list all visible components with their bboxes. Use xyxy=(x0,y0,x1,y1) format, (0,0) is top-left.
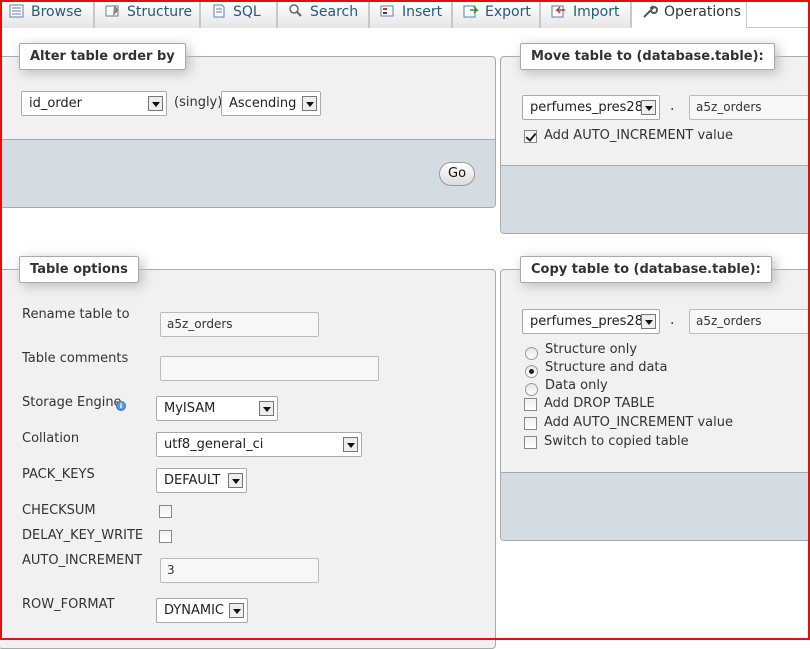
chevron-down-icon xyxy=(148,96,163,111)
checksum-checkbox[interactable] xyxy=(159,505,172,518)
engine-label: Storage Engine xyxy=(22,395,122,410)
export-icon xyxy=(463,4,479,18)
tab-export-label: Export xyxy=(485,4,531,20)
copy-table-name-input[interactable]: a5z_orders xyxy=(689,309,810,334)
move-database-value: perfumes_pres280 xyxy=(530,100,652,115)
info-icon[interactable]: i xyxy=(116,401,126,411)
pack-keys-select[interactable]: DEFAULT xyxy=(156,468,247,493)
wrench-icon xyxy=(642,4,658,18)
import-icon xyxy=(551,4,567,18)
singly-label: (singly) xyxy=(174,95,223,110)
data-only-radio[interactable] xyxy=(525,383,538,396)
collation-value: utf8_general_ci xyxy=(164,437,264,452)
checksum-label: CHECKSUM xyxy=(22,503,96,518)
structure-only-label: Structure only xyxy=(545,342,638,357)
tab-bar: Browse Structure SQL Search Insert Expor… xyxy=(0,0,810,28)
order-direction-select[interactable]: Ascending xyxy=(221,91,321,116)
search-icon xyxy=(288,4,304,18)
copy-separator: . xyxy=(670,312,675,328)
collation-select[interactable]: utf8_general_ci xyxy=(156,432,362,457)
tab-browse-label: Browse xyxy=(31,4,82,20)
chevron-down-icon xyxy=(302,96,317,111)
move-database-select[interactable]: perfumes_pres280 xyxy=(522,95,660,120)
chevron-down-icon xyxy=(228,473,243,488)
insert-icon xyxy=(380,4,396,18)
move-separator: . xyxy=(670,98,675,114)
row-format-label: ROW_FORMAT xyxy=(22,597,115,612)
rename-input[interactable]: a5z_orders xyxy=(160,312,319,337)
collation-label: Collation xyxy=(22,431,80,446)
sql-icon xyxy=(211,4,227,18)
chevron-down-icon xyxy=(229,603,244,618)
row-format-value: DYNAMIC xyxy=(164,603,224,618)
tab-sql[interactable]: SQL xyxy=(200,0,277,28)
tab-search-label: Search xyxy=(310,4,359,20)
comments-input[interactable] xyxy=(160,356,379,381)
move-table-footer xyxy=(501,165,810,233)
structure-and-data-label: Structure and data xyxy=(545,360,668,375)
tab-operations-label: Operations xyxy=(664,4,741,20)
move-table-fieldset xyxy=(500,56,810,234)
tab-insert-label: Insert xyxy=(402,4,443,20)
move-table-name-input[interactable]: a5z_orders xyxy=(689,95,810,120)
move-auto-increment-label: Add AUTO_INCREMENT value xyxy=(544,128,734,143)
copy-database-value: perfumes_pres280 xyxy=(530,314,652,329)
delay-key-write-checkbox[interactable] xyxy=(159,530,172,543)
structure-icon xyxy=(105,4,121,18)
chevron-down-icon xyxy=(641,314,656,329)
row-format-select[interactable]: DYNAMIC xyxy=(156,598,248,623)
go-button[interactable]: Go xyxy=(439,162,476,186)
alter-order-legend: Alter table order by xyxy=(19,43,186,70)
add-drop-table-label: Add DROP TABLE xyxy=(544,396,655,411)
copy-auto-increment-label: Add AUTO_INCREMENT value xyxy=(544,415,734,430)
auto-increment-label: AUTO_INCREMENT xyxy=(22,553,143,568)
copy-table-footer xyxy=(501,472,810,540)
browse-icon xyxy=(9,4,25,18)
pack-keys-value: DEFAULT xyxy=(164,473,221,488)
table-options-legend: Table options xyxy=(19,256,139,283)
comments-label: Table comments xyxy=(22,351,129,366)
pack-keys-label: PACK_KEYS xyxy=(22,467,95,482)
structure-and-data-radio[interactable] xyxy=(525,365,538,378)
rename-label: Rename table to xyxy=(22,307,130,322)
switch-to-copied-label: Switch to copied table xyxy=(544,434,689,449)
auto-increment-input[interactable]: 3 xyxy=(160,558,319,583)
order-column-select[interactable]: id_order xyxy=(21,91,167,116)
copy-database-select[interactable]: perfumes_pres280 xyxy=(522,309,660,334)
tab-search[interactable]: Search xyxy=(277,0,369,28)
add-drop-table-checkbox[interactable] xyxy=(524,398,537,411)
order-direction-value: Ascending xyxy=(229,96,297,111)
alter-order-fieldset xyxy=(0,56,496,208)
tab-sql-label: SQL xyxy=(233,4,261,20)
engine-value: MyISAM xyxy=(164,401,216,416)
move-auto-increment-checkbox[interactable] xyxy=(524,130,537,143)
data-only-label: Data only xyxy=(545,378,608,393)
tab-insert[interactable]: Insert xyxy=(369,0,452,28)
chevron-down-icon xyxy=(343,437,358,452)
tab-browse[interactable]: Browse xyxy=(0,0,94,28)
tab-structure[interactable]: Structure xyxy=(94,0,200,28)
tab-import[interactable]: Import xyxy=(540,0,631,28)
alter-order-footer xyxy=(0,139,495,207)
copy-table-legend: Copy table to (database.table): xyxy=(520,256,772,283)
copy-auto-increment-checkbox[interactable] xyxy=(524,417,537,430)
switch-to-copied-checkbox[interactable] xyxy=(524,436,537,449)
engine-select[interactable]: MyISAM xyxy=(156,396,278,421)
chevron-down-icon xyxy=(641,100,656,115)
tab-import-label: Import xyxy=(573,4,620,20)
tab-structure-label: Structure xyxy=(127,4,193,20)
order-column-value: id_order xyxy=(29,96,83,111)
chevron-down-icon xyxy=(259,401,274,416)
tab-operations[interactable]: Operations xyxy=(631,0,747,28)
delay-key-write-label: DELAY_KEY_WRITE xyxy=(22,528,144,543)
structure-only-radio[interactable] xyxy=(525,347,538,360)
move-table-legend: Move table to (database.table): xyxy=(520,43,775,70)
tab-export[interactable]: Export xyxy=(452,0,540,28)
